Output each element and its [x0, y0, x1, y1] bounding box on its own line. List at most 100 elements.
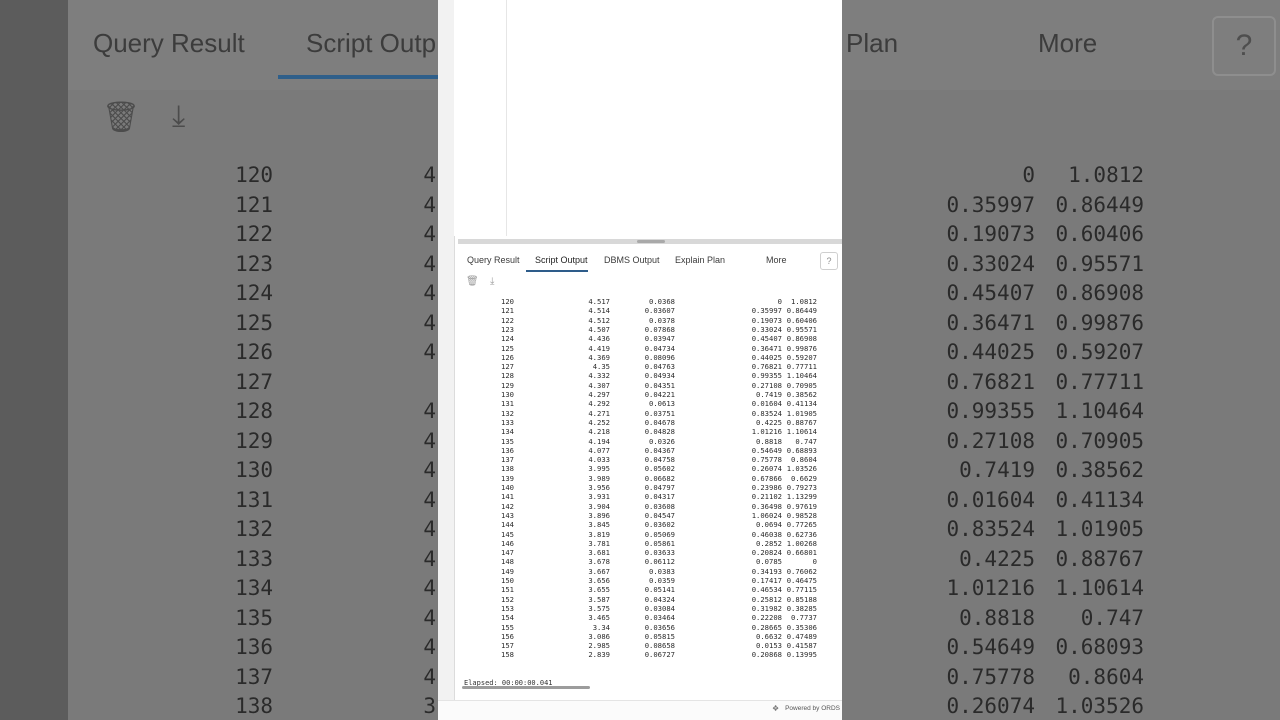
table-cell: 3.656 — [588, 576, 610, 585]
table-cell: 0.05602 — [644, 464, 675, 474]
background-cell: 130 — [235, 458, 273, 482]
table-cell: 0.03947 — [644, 334, 675, 344]
table-cell: 148 — [501, 557, 514, 567]
table-cell: 0.03084 — [644, 603, 675, 613]
table-cell: 0.03751 — [644, 408, 675, 418]
background-cell: 0.99876 — [1055, 310, 1144, 335]
background-cell: 0.8818 — [959, 605, 1035, 630]
tab-explain-plan[interactable]: Explain Plan — [675, 255, 725, 265]
table-cell: 3.086 — [588, 631, 610, 641]
background-cell: 0.7419 — [959, 458, 1035, 482]
splitter-grip-handle[interactable] — [637, 240, 665, 243]
table-row: 123 4.507 0.07868 0.33024 0.95571 — [458, 325, 842, 334]
table-row: 138 3.995 0.05602 0.26074 1.03526 — [458, 464, 842, 473]
table-cell: 3.904 — [588, 501, 610, 511]
table-row: 135 4.194 0.0326 0.8818 0.747 — [458, 437, 842, 446]
table-cell: 125 — [501, 343, 514, 353]
background-cell: 4 — [423, 310, 436, 335]
table-cell: 0.46038 — [751, 529, 782, 539]
script-output-area[interactable]: 120 4.517 0.0368 0 1.0812 121 4.514 0.03607 0.35… — [458, 296, 842, 684]
tab-script-output[interactable]: Script Output — [535, 255, 588, 265]
table-cell: 127 — [501, 362, 514, 372]
tab-more[interactable]: More — [766, 255, 787, 265]
help-icon[interactable]: ? — [820, 252, 838, 270]
background-cell: 4 — [423, 399, 436, 423]
background-trash-icon: 🗑 — [102, 101, 141, 134]
table-cell: 0.79273 — [786, 483, 817, 492]
background-cell: 1.0812 — [1068, 163, 1144, 187]
table-row: 155 3.34 0.03656 0.28665 0.35306 — [458, 623, 842, 632]
table-cell: 0.67866 — [751, 473, 782, 483]
background-cell: 132 — [235, 517, 273, 541]
background-cell: 0.35997 — [946, 192, 1035, 217]
background-cell: 134 — [235, 576, 273, 600]
background-cell: 120 — [235, 163, 273, 187]
table-cell: 0.59207 — [786, 352, 817, 362]
background-tab-script-output: Script Outp — [306, 28, 437, 58]
background-cell: 135 — [235, 605, 273, 630]
table-cell: 0.60406 — [786, 315, 817, 325]
table-cell: 4.419 — [588, 343, 610, 353]
table-cell: 0.0359 — [649, 576, 675, 585]
background-tab-explain-plan: Plan — [846, 28, 899, 58]
background-cell: 4 — [423, 664, 436, 689]
table-cell: 4.292 — [588, 399, 610, 409]
table-cell: 2.985 — [588, 641, 610, 651]
footer: ❖ Powered by ORDS — [438, 700, 842, 720]
table-cell: 151 — [501, 585, 514, 595]
table-cell: 149 — [501, 566, 514, 576]
download-icon[interactable]: ⤓ — [490, 276, 494, 287]
table-cell: 0.46534 — [751, 585, 782, 595]
table-cell: 3.667 — [588, 566, 610, 576]
background-cell: 0.26074 — [946, 694, 1035, 718]
background-cell: 136 — [235, 635, 273, 659]
table-cell: 121 — [501, 306, 514, 316]
tab-dbms-output[interactable]: DBMS Output — [604, 255, 660, 265]
table-cell: 0.13995 — [786, 650, 817, 660]
table-cell: 0.7419 — [756, 390, 782, 399]
table-cell: 4.297 — [588, 390, 610, 399]
table-cell: 0.54649 — [751, 445, 782, 455]
background-cell: 4 — [423, 517, 436, 541]
background-cell: 4 — [423, 192, 436, 217]
table-cell: 0.05069 — [644, 529, 675, 539]
tab-query-result[interactable]: Query Result — [467, 255, 520, 265]
table-cell: 0.08096 — [644, 352, 675, 362]
background-cell: 4 — [423, 576, 436, 600]
table-cell: 0.36498 — [751, 501, 782, 511]
table-row: 137 4.033 0.04758 0.75778 0.8604 — [458, 455, 842, 464]
table-cell: 4.517 — [588, 297, 610, 306]
table-cell: 0.04734 — [644, 343, 675, 353]
table-cell: 0.0383 — [649, 566, 675, 576]
table-cell: 155 — [501, 622, 514, 632]
trash-icon[interactable]: 🗑 — [466, 276, 479, 287]
table-row: 153 3.575 0.03084 0.31982 0.38285 — [458, 604, 842, 613]
background-cell: 0.86908 — [1055, 281, 1144, 305]
table-cell: 3.678 — [588, 557, 610, 567]
background-cell: 1.10614 — [1055, 576, 1144, 600]
table-cell: 158 — [501, 650, 514, 660]
table-row: 150 3.656 0.0359 0.17417 0.46475 — [458, 576, 842, 585]
table-cell: 0.28665 — [751, 622, 782, 632]
table-cell: 0.04367 — [644, 445, 675, 455]
table-row: 145 3.819 0.05069 0.46038 0.62736 — [458, 530, 842, 539]
table-cell: 0.41587 — [786, 641, 817, 651]
table-cell: 3.819 — [588, 529, 610, 539]
table-cell: 0.21102 — [751, 492, 782, 502]
table-cell: 4.507 — [588, 324, 610, 334]
table-cell: 144 — [501, 520, 514, 530]
background-cell: 4 — [423, 458, 436, 482]
table-cell: 4.307 — [588, 380, 610, 390]
table-cell: 3.781 — [588, 538, 610, 548]
background-cell: 121 — [235, 192, 273, 217]
table-cell: 137 — [501, 455, 514, 465]
table-cell: 129 — [501, 380, 514, 390]
table-cell: 0.31982 — [751, 603, 782, 613]
background-cell: 0.60406 — [1055, 222, 1144, 246]
table-row: 129 4.307 0.04351 0.27108 0.70905 — [458, 381, 842, 390]
table-cell: 157 — [501, 641, 514, 651]
horizontal-scrollbar[interactable] — [462, 686, 590, 689]
table-cell: 122 — [501, 315, 514, 325]
background-cell: 133 — [235, 546, 273, 571]
table-cell: 0.04317 — [644, 492, 675, 502]
